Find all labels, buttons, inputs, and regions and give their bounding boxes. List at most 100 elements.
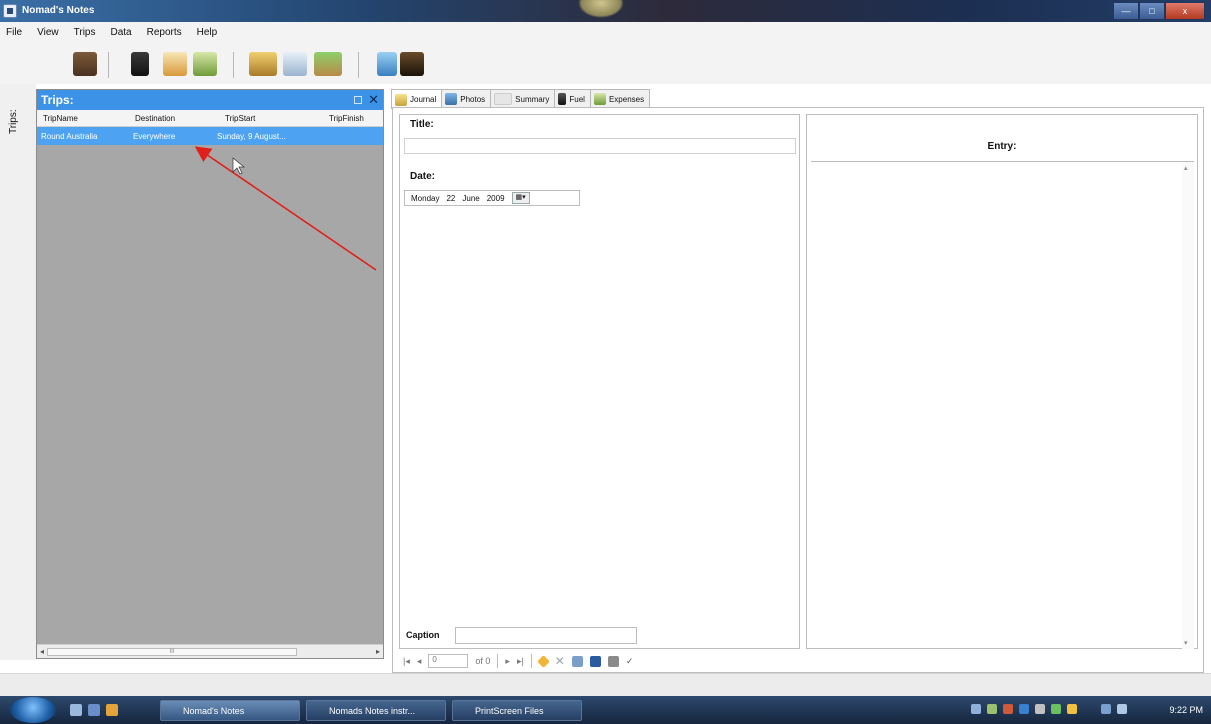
media-player-icon[interactable] — [106, 704, 118, 716]
add-new-icon[interactable] — [536, 654, 550, 668]
menu-trips[interactable]: Trips — [74, 27, 96, 38]
switch-windows-icon[interactable] — [88, 704, 100, 716]
date-picker[interactable]: Monday 22 June 2009 ▦▾ — [404, 190, 580, 206]
column-header-tripname[interactable]: TripName — [43, 114, 78, 123]
expenses-icon[interactable] — [193, 52, 217, 76]
tab-expenses[interactable]: Expenses — [589, 89, 651, 108]
toolbar-separator — [108, 52, 109, 78]
taskbar-item-label: Nomads Notes instr... — [329, 705, 416, 716]
show-desktop-icon[interactable] — [70, 704, 82, 716]
entry-textarea[interactable]: ▴ ▾ — [811, 161, 1194, 649]
tray-sound-icon[interactable] — [1117, 704, 1127, 714]
navigator-separator — [497, 654, 499, 668]
tray-battery-icon[interactable] — [1051, 704, 1061, 714]
print-icon[interactable] — [607, 655, 619, 667]
journal-icon — [395, 93, 407, 106]
minimize-button[interactable]: — — [1113, 2, 1139, 20]
scroll-left-icon[interactable]: ◂ — [40, 647, 44, 656]
scroll-thumb[interactable]: III — [47, 648, 297, 656]
caption-input[interactable] — [455, 627, 637, 644]
list-icon[interactable] — [571, 655, 583, 667]
save-icon[interactable] — [589, 655, 601, 667]
tab-summary[interactable]: Summary — [490, 89, 556, 108]
expenses-icon — [593, 93, 606, 105]
fuel-icon — [558, 93, 567, 105]
date-year[interactable]: 2009 — [487, 194, 505, 203]
date-month[interactable]: June — [462, 194, 479, 203]
tab-journal[interactable]: Journal — [391, 89, 443, 109]
calendar-dropdown-icon[interactable]: ▦▾ — [511, 192, 530, 204]
column-header-tripfinish[interactable]: TripFinish — [329, 114, 364, 123]
fuel-pump-icon[interactable] — [131, 52, 149, 76]
entry-label: Entry: — [987, 141, 1017, 152]
toolbar-separator — [233, 52, 234, 78]
side-strip: Trips: — [0, 84, 36, 660]
cell-tripstart: Sunday, 9 August... — [217, 132, 286, 141]
tray-update-icon[interactable] — [1019, 704, 1029, 714]
taskbar-item-instructions[interactable]: Nomads Notes instr... — [306, 700, 446, 721]
position-input[interactable]: 0 — [428, 654, 469, 668]
menu-bar: File View Trips Data Reports Help — [0, 22, 1211, 42]
move-previous-icon[interactable]: ◂ — [417, 656, 422, 667]
tab-journal-label: Journal — [410, 95, 437, 104]
tray-app-icon[interactable] — [1067, 704, 1077, 714]
trips-panel-title: Trips: — [41, 93, 74, 107]
date-weekday[interactable]: Monday — [411, 194, 439, 203]
navigator-separator — [530, 654, 532, 668]
signpost-icon[interactable] — [377, 52, 397, 76]
close-icon[interactable]: ✕ — [368, 93, 379, 106]
map-icon[interactable] — [283, 52, 307, 76]
scroll-up-icon[interactable]: ▴ — [1184, 164, 1188, 172]
tray-network-icon[interactable] — [987, 704, 997, 714]
menu-reports[interactable]: Reports — [147, 27, 182, 38]
tab-photos-label: Photos — [460, 94, 486, 104]
taskbar-clock[interactable]: 9:22 PM — [1169, 705, 1203, 715]
trips-panel: Trips: ✕ TripName Destination TripStart … — [36, 89, 384, 659]
tab-photos[interactable]: Photos — [441, 89, 492, 108]
house-icon[interactable] — [163, 52, 187, 76]
photos-icon — [445, 93, 458, 105]
title-label: Title: — [410, 119, 434, 130]
menu-help[interactable]: Help — [197, 27, 218, 38]
tab-strip: Journal Photos Summary Fuel Expenses — [391, 89, 651, 109]
move-first-icon[interactable]: |◂ — [403, 656, 410, 667]
horizontal-scrollbar[interactable]: ◂ III ▸ — [37, 644, 383, 658]
spellcheck-icon[interactable]: ✓ — [626, 656, 634, 667]
tab-fuel[interactable]: Fuel — [554, 89, 591, 108]
column-header-destination[interactable]: Destination — [135, 114, 175, 123]
trip-case-icon[interactable] — [73, 52, 97, 76]
date-day[interactable]: 22 — [446, 194, 455, 203]
menu-data[interactable]: Data — [110, 27, 131, 38]
trips-side-tab[interactable]: Trips: — [8, 109, 19, 134]
tray-expand-icon[interactable] — [971, 704, 981, 714]
tab-fuel-label: Fuel — [569, 94, 585, 104]
camera-icon[interactable] — [400, 52, 424, 76]
column-header-tripstart[interactable]: TripStart — [225, 114, 255, 123]
tray-security-icon[interactable] — [1003, 704, 1013, 714]
start-button[interactable] — [10, 697, 56, 723]
table-row[interactable]: Round Australia Everywhere Sunday, 9 Aug… — [37, 127, 383, 145]
scroll-right-icon[interactable]: ▸ — [376, 647, 380, 656]
menu-view[interactable]: View — [37, 27, 59, 38]
taskbar-item-printscreen-files[interactable]: PrintScreen Files — [452, 700, 582, 721]
tab-expenses-label: Expenses — [608, 94, 645, 104]
scroll-down-icon[interactable]: ▾ — [1184, 639, 1188, 647]
move-next-icon[interactable]: ▸ — [505, 656, 510, 667]
title-bar: Nomad's Notes — □ x — [0, 0, 1211, 22]
pin-icon[interactable] — [354, 96, 363, 104]
island-icon[interactable] — [314, 52, 342, 76]
tray-volume-icon[interactable] — [1035, 704, 1045, 714]
trips-grid-header: TripName Destination TripStart TripFinis… — [37, 110, 383, 127]
move-last-icon[interactable]: ▸| — [517, 656, 524, 667]
title-input[interactable] — [404, 138, 796, 154]
vertical-scrollbar[interactable]: ▴ ▾ — [1182, 162, 1194, 649]
taskbar-item-nomads-notes[interactable]: Nomad's Notes — [160, 700, 300, 721]
tray-info-icon[interactable] — [1101, 704, 1111, 714]
maximize-button[interactable]: □ — [1139, 2, 1165, 20]
menu-file[interactable]: File — [6, 27, 22, 38]
vehicle-icon[interactable] — [249, 52, 277, 76]
close-button[interactable]: x — [1165, 2, 1205, 20]
delete-icon[interactable]: ✕ — [555, 654, 565, 668]
system-tray: 9:22 PM — [961, 698, 1211, 722]
taskbar-item-label: Nomad's Notes — [183, 705, 245, 716]
